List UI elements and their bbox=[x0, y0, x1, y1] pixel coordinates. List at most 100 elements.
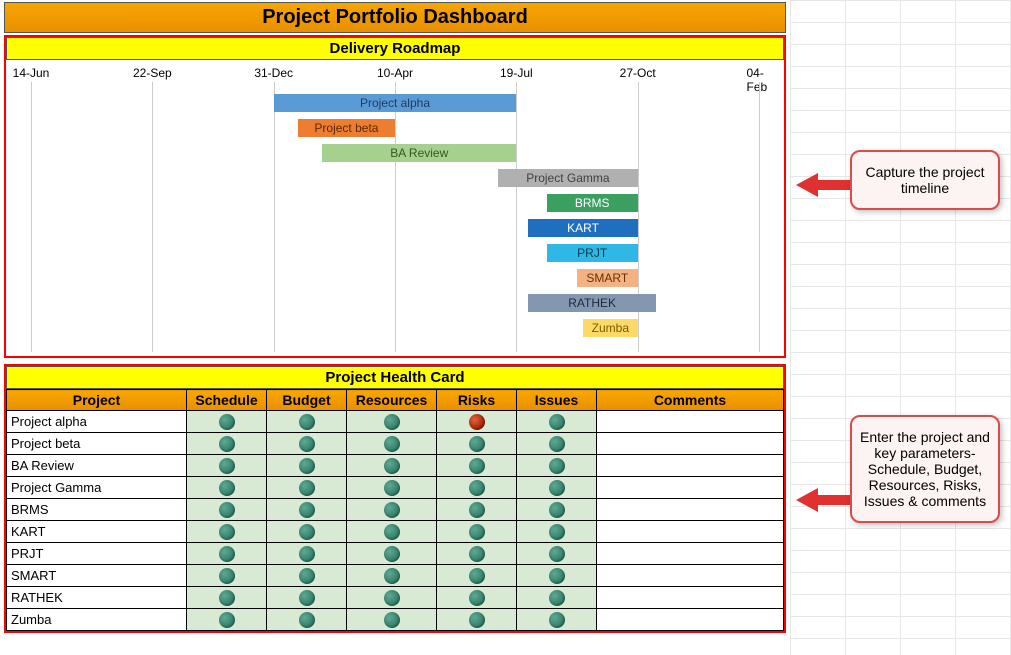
status-cell[interactable] bbox=[267, 587, 347, 609]
status-cell[interactable] bbox=[517, 499, 597, 521]
status-cell[interactable] bbox=[437, 411, 517, 433]
status-dot-green bbox=[384, 612, 400, 628]
status-cell[interactable] bbox=[347, 565, 437, 587]
status-cell[interactable] bbox=[437, 565, 517, 587]
project-name-cell[interactable]: Project alpha bbox=[7, 411, 187, 433]
dashboard-container: Project Portfolio Dashboard Delivery Roa… bbox=[4, 2, 786, 633]
gantt-chart: 14-Jun22-Sep31-Dec10-Apr19-Jul27-Oct04-F… bbox=[6, 60, 784, 356]
status-cell[interactable] bbox=[347, 521, 437, 543]
table-row[interactable]: Project Gamma bbox=[7, 477, 784, 499]
table-row[interactable]: BA Review bbox=[7, 455, 784, 477]
status-cell[interactable] bbox=[347, 433, 437, 455]
comments-cell[interactable] bbox=[597, 499, 784, 521]
gantt-bar: BRMS bbox=[547, 194, 638, 212]
gridline bbox=[395, 82, 396, 352]
status-cell[interactable] bbox=[187, 521, 267, 543]
comments-cell[interactable] bbox=[597, 455, 784, 477]
status-cell[interactable] bbox=[187, 609, 267, 631]
status-dot-green bbox=[384, 590, 400, 606]
status-cell[interactable] bbox=[517, 433, 597, 455]
status-cell[interactable] bbox=[517, 565, 597, 587]
comments-cell[interactable] bbox=[597, 521, 784, 543]
status-dot-green bbox=[219, 590, 235, 606]
status-cell[interactable] bbox=[437, 609, 517, 631]
status-cell[interactable] bbox=[267, 477, 347, 499]
status-cell[interactable] bbox=[347, 455, 437, 477]
table-header: Schedule bbox=[187, 390, 267, 411]
status-cell[interactable] bbox=[187, 411, 267, 433]
comments-cell[interactable] bbox=[597, 587, 784, 609]
project-name-cell[interactable]: Zumba bbox=[7, 609, 187, 631]
project-name-cell[interactable]: PRJT bbox=[7, 543, 187, 565]
status-cell[interactable] bbox=[187, 587, 267, 609]
comments-cell[interactable] bbox=[597, 477, 784, 499]
project-name-cell[interactable]: Project Gamma bbox=[7, 477, 187, 499]
status-cell[interactable] bbox=[517, 609, 597, 631]
status-cell[interactable] bbox=[437, 455, 517, 477]
status-cell[interactable] bbox=[517, 477, 597, 499]
table-row[interactable]: Zumba bbox=[7, 609, 784, 631]
status-cell[interactable] bbox=[517, 587, 597, 609]
status-cell[interactable] bbox=[187, 565, 267, 587]
project-name-cell[interactable]: SMART bbox=[7, 565, 187, 587]
status-cell[interactable] bbox=[437, 499, 517, 521]
status-cell[interactable] bbox=[437, 543, 517, 565]
status-cell[interactable] bbox=[267, 499, 347, 521]
status-cell[interactable] bbox=[437, 477, 517, 499]
project-name-cell[interactable]: RATHEK bbox=[7, 587, 187, 609]
table-row[interactable]: RATHEK bbox=[7, 587, 784, 609]
status-cell[interactable] bbox=[267, 609, 347, 631]
project-name-cell[interactable]: BA Review bbox=[7, 455, 187, 477]
status-cell[interactable] bbox=[347, 609, 437, 631]
status-cell[interactable] bbox=[437, 587, 517, 609]
table-header: Risks bbox=[437, 390, 517, 411]
status-cell[interactable] bbox=[517, 543, 597, 565]
status-cell[interactable] bbox=[437, 521, 517, 543]
status-cell[interactable] bbox=[267, 521, 347, 543]
status-cell[interactable] bbox=[187, 433, 267, 455]
status-dot-green bbox=[384, 458, 400, 474]
table-row[interactable]: Project alpha bbox=[7, 411, 784, 433]
status-dot-green bbox=[219, 480, 235, 496]
comments-cell[interactable] bbox=[597, 433, 784, 455]
status-cell[interactable] bbox=[347, 543, 437, 565]
status-cell[interactable] bbox=[267, 455, 347, 477]
status-cell[interactable] bbox=[187, 499, 267, 521]
gantt-bar: PRJT bbox=[547, 244, 638, 262]
status-cell[interactable] bbox=[347, 587, 437, 609]
comments-cell[interactable] bbox=[597, 609, 784, 631]
table-row[interactable]: Project beta bbox=[7, 433, 784, 455]
date-tick: 19-Jul bbox=[500, 66, 533, 80]
status-cell[interactable] bbox=[517, 455, 597, 477]
status-cell[interactable] bbox=[437, 433, 517, 455]
gantt-bar: BA Review bbox=[322, 144, 516, 162]
table-row[interactable]: SMART bbox=[7, 565, 784, 587]
table-row[interactable]: BRMS bbox=[7, 499, 784, 521]
status-cell[interactable] bbox=[347, 411, 437, 433]
status-cell[interactable] bbox=[347, 499, 437, 521]
status-dot-green bbox=[384, 546, 400, 562]
status-cell[interactable] bbox=[187, 477, 267, 499]
status-cell[interactable] bbox=[187, 543, 267, 565]
table-header: Budget bbox=[267, 390, 347, 411]
comments-cell[interactable] bbox=[597, 411, 784, 433]
status-dot-green bbox=[219, 414, 235, 430]
project-name-cell[interactable]: BRMS bbox=[7, 499, 187, 521]
comments-cell[interactable] bbox=[597, 543, 784, 565]
status-cell[interactable] bbox=[517, 411, 597, 433]
status-cell[interactable] bbox=[267, 411, 347, 433]
status-cell[interactable] bbox=[267, 433, 347, 455]
status-dot-green bbox=[384, 480, 400, 496]
status-cell[interactable] bbox=[347, 477, 437, 499]
status-cell[interactable] bbox=[517, 521, 597, 543]
comments-cell[interactable] bbox=[597, 565, 784, 587]
table-row[interactable]: KART bbox=[7, 521, 784, 543]
status-dot-green bbox=[384, 414, 400, 430]
status-cell[interactable] bbox=[187, 455, 267, 477]
table-header: Comments bbox=[597, 390, 784, 411]
project-name-cell[interactable]: KART bbox=[7, 521, 187, 543]
status-cell[interactable] bbox=[267, 565, 347, 587]
table-row[interactable]: PRJT bbox=[7, 543, 784, 565]
project-name-cell[interactable]: Project beta bbox=[7, 433, 187, 455]
status-cell[interactable] bbox=[267, 543, 347, 565]
